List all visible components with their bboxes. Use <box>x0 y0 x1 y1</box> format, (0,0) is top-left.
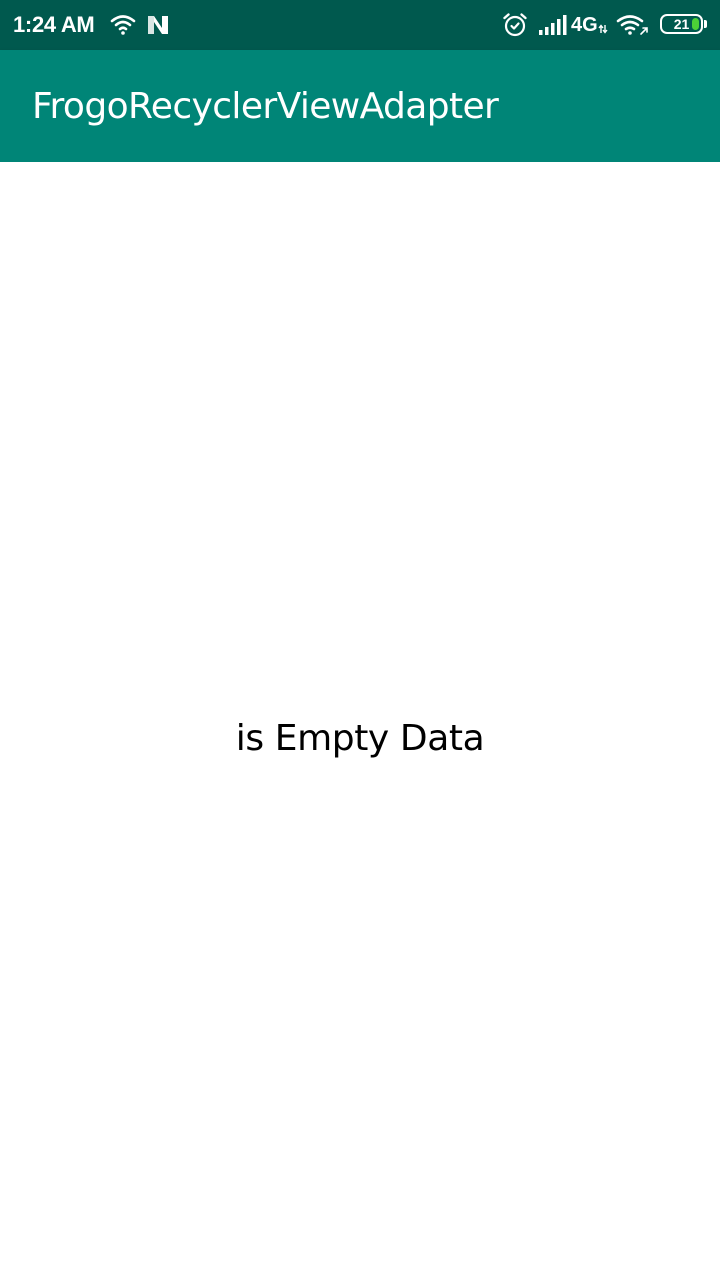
status-bar: 1:24 AM 4G 21 <box>0 0 720 50</box>
network-type-label: 4G <box>571 14 598 36</box>
battery-level: 21 <box>673 16 690 32</box>
n-notification-icon <box>148 16 168 34</box>
empty-state-message: is Empty Data <box>235 718 485 759</box>
signal-icon <box>539 15 567 35</box>
app-title: FrogoRecyclerViewAdapter <box>32 86 499 127</box>
wifi-icon <box>616 15 648 35</box>
battery-cap <box>704 20 707 28</box>
alarm-icon <box>503 13 527 37</box>
app-bar: FrogoRecyclerViewAdapter <box>0 50 720 162</box>
recycler-view[interactable]: is Empty Data <box>0 162 720 1280</box>
wifi-icon <box>110 15 136 35</box>
battery-icon: 21 <box>660 14 703 34</box>
status-time: 1:24 AM <box>13 12 95 37</box>
data-arrows-icon <box>598 24 608 34</box>
